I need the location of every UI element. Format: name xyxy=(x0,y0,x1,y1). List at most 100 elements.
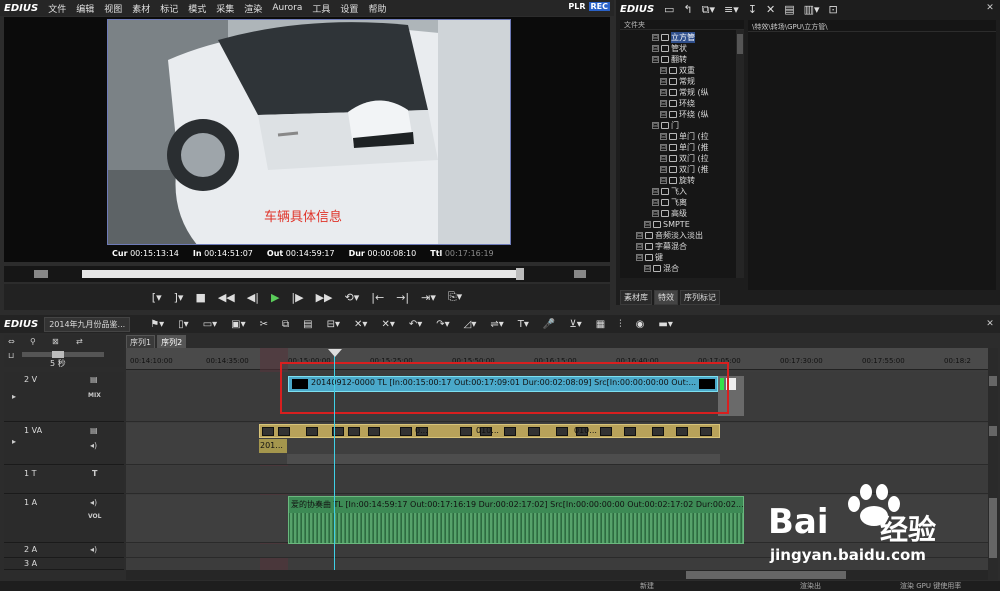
plr-mode[interactable]: PLR xyxy=(566,2,587,11)
speaker-icon[interactable]: ◂) xyxy=(90,545,97,554)
expander-icon[interactable]: ⊟ xyxy=(652,34,659,41)
scrub-zoom-handle[interactable] xyxy=(34,270,48,278)
video-clip-va1[interactable]: 0... 010... 010... xyxy=(259,424,720,438)
tree-item[interactable]: ⊟ 单门 (推 xyxy=(660,142,709,153)
expander-icon[interactable]: ⊟ xyxy=(660,78,667,85)
copy-icon[interactable]: ⧉ xyxy=(282,319,289,330)
fast-forward-icon[interactable]: ▶▶ xyxy=(316,291,333,304)
marker-icon[interactable]: ⊻▾ xyxy=(569,319,581,330)
menu-mode[interactable]: 模式 xyxy=(188,2,206,15)
expander-icon[interactable]: ⊟ xyxy=(652,56,659,63)
tree-item[interactable]: ⊟ 飞入 xyxy=(652,186,687,197)
expander-icon[interactable]: ⊟ xyxy=(660,177,667,184)
track-header-t1[interactable]: 1 T T xyxy=(4,466,124,494)
zoom-slider[interactable] xyxy=(22,351,104,358)
expander-icon[interactable]: ⊟ xyxy=(660,89,667,96)
menu-marker[interactable]: 标记 xyxy=(160,2,178,15)
tree-item[interactable]: ⊟ 管状 xyxy=(652,43,687,54)
track-link-icon[interactable]: ⇔ xyxy=(8,337,15,346)
video-track-icon[interactable]: ▤ xyxy=(90,426,98,435)
expander-icon[interactable]: ⊟ xyxy=(636,232,643,239)
bin-close-icon[interactable]: ✕ xyxy=(984,2,996,14)
tree-scroll-thumb[interactable] xyxy=(737,34,743,54)
expander-icon[interactable]: ⊟ xyxy=(660,67,667,74)
expand-icon[interactable]: ▸ xyxy=(12,437,16,446)
plr-rec-switch[interactable]: PLR REC xyxy=(566,2,610,11)
tree-item[interactable]: ⊟ 旋转 xyxy=(660,175,695,186)
tree-item[interactable]: ⊟ 键 xyxy=(636,252,663,263)
expander-icon[interactable]: ⊟ xyxy=(660,166,667,173)
tree-item[interactable]: ⊟ 音频淡入淡出 xyxy=(636,230,703,241)
tree-item[interactable]: ⊟ 飞离 xyxy=(652,197,687,208)
tree-item[interactable]: ⊟ 双重 xyxy=(660,65,695,76)
ripple-icon[interactable]: ⇄ xyxy=(76,337,83,346)
title-icon[interactable]: T▾ xyxy=(518,319,529,330)
scrub-track[interactable] xyxy=(82,270,522,278)
menu-clip[interactable]: 素材 xyxy=(132,2,150,15)
track-header-a1[interactable]: 1 A ◂) VOL xyxy=(4,495,124,543)
audio-clip-a1[interactable]: 爱的协奏曲 TL [In:00:14:59:17 Out:00:17:16:19… xyxy=(288,496,744,544)
expander-icon[interactable]: ⊟ xyxy=(652,122,659,129)
tree-scrollbar[interactable] xyxy=(736,30,744,278)
tree-item[interactable]: ⊟ 环绕 (纵 xyxy=(660,109,709,120)
menu-file[interactable]: 文件 xyxy=(48,2,66,15)
set-out-icon[interactable]: ]▾ xyxy=(174,291,184,304)
tree-item[interactable]: ⊟ 环绕 xyxy=(660,98,695,109)
menu-settings[interactable]: 设置 xyxy=(340,2,358,15)
expander-icon[interactable]: ⊟ xyxy=(660,133,667,140)
menu-capture[interactable]: 采集 xyxy=(216,2,234,15)
mode-icon[interactable]: ⚑▾ xyxy=(150,319,164,330)
open-icon[interactable]: ▭▾ xyxy=(203,319,217,330)
multicam-icon[interactable]: ▦ xyxy=(596,319,605,330)
loop-icon[interactable]: ⟲▾ xyxy=(345,291,360,304)
hscroll-thumb[interactable] xyxy=(686,571,846,579)
timeline-close-icon[interactable]: ✕ xyxy=(984,318,996,330)
tree-item[interactable]: ⊟ 门 xyxy=(652,120,679,131)
properties-icon[interactable]: ▤ xyxy=(784,3,794,17)
up-icon[interactable]: ↰ xyxy=(683,3,692,17)
mic-icon[interactable]: 🎤 xyxy=(543,319,555,330)
expander-icon[interactable]: ⊟ xyxy=(636,243,643,250)
add-edit-icon[interactable]: ◿▾ xyxy=(464,319,477,330)
rec-mode[interactable]: REC xyxy=(588,2,610,11)
transition-icon[interactable]: ⇌▾ xyxy=(490,319,503,330)
expand-icon[interactable]: ▸ xyxy=(12,392,16,401)
expander-icon[interactable]: ⊟ xyxy=(652,199,659,206)
tree-item[interactable]: ⊟ 立方管 xyxy=(652,32,695,43)
expander-icon[interactable]: ⊟ xyxy=(644,265,651,272)
paste-icon[interactable]: ▤ xyxy=(303,319,312,330)
zoom-slider-thumb[interactable] xyxy=(52,351,64,358)
expander-icon[interactable]: ⊟ xyxy=(652,210,659,217)
redo-icon[interactable]: ↷▾ xyxy=(436,319,449,330)
track-header-v2[interactable]: 2 V ▤ MIX ▸ xyxy=(4,372,124,422)
cut-icon[interactable]: ✂ xyxy=(260,319,268,330)
tree-item[interactable]: ⊟ 翻转 xyxy=(652,54,687,65)
expander-icon[interactable]: ⊟ xyxy=(660,155,667,162)
tab-effects[interactable]: 特效 xyxy=(654,290,678,305)
playhead[interactable] xyxy=(334,350,335,570)
mix-label[interactable]: MIX xyxy=(88,392,101,399)
tree-item[interactable]: ⊟ 高级 xyxy=(652,208,687,219)
render-icon[interactable]: ◉ xyxy=(636,319,645,330)
delete-icon[interactable]: ✕▾ xyxy=(354,319,367,330)
expander-icon[interactable]: ⊟ xyxy=(644,221,651,228)
insert-icon[interactable]: |← xyxy=(371,291,384,304)
tree-item[interactable]: ⊟ SMPTE xyxy=(644,219,690,230)
save-icon[interactable]: ▣▾ xyxy=(231,319,245,330)
vscroll-thumb[interactable] xyxy=(989,376,997,386)
step-forward-icon[interactable]: |▶ xyxy=(291,291,303,304)
expander-icon[interactable]: ⊟ xyxy=(660,100,667,107)
tree-item[interactable]: ⊟ 字幕混合 xyxy=(636,241,687,252)
track-header-a3[interactable]: 3 A xyxy=(4,559,124,570)
layout-icon[interactable]: ▬▾ xyxy=(658,319,672,330)
vol-label[interactable]: VOL xyxy=(88,513,101,520)
track-header-va1[interactable]: 1 VA ▤ ◂) ▸ xyxy=(4,423,124,465)
new-sequence-icon[interactable]: ▯▾ xyxy=(178,319,189,330)
tree-item[interactable]: ⊟ 常规 xyxy=(660,76,695,87)
speaker-icon[interactable]: ◂) xyxy=(90,441,97,450)
tree-item[interactable]: ⊟ 常规 (纵 xyxy=(660,87,709,98)
track-header-a2[interactable]: 2 A ◂) xyxy=(4,544,124,558)
tree-item[interactable]: ⊟ 单门 (拉 xyxy=(660,131,709,142)
tree-item[interactable]: ⊟ 双门 (拉 xyxy=(660,153,709,164)
expander-icon[interactable]: ⊟ xyxy=(652,188,659,195)
